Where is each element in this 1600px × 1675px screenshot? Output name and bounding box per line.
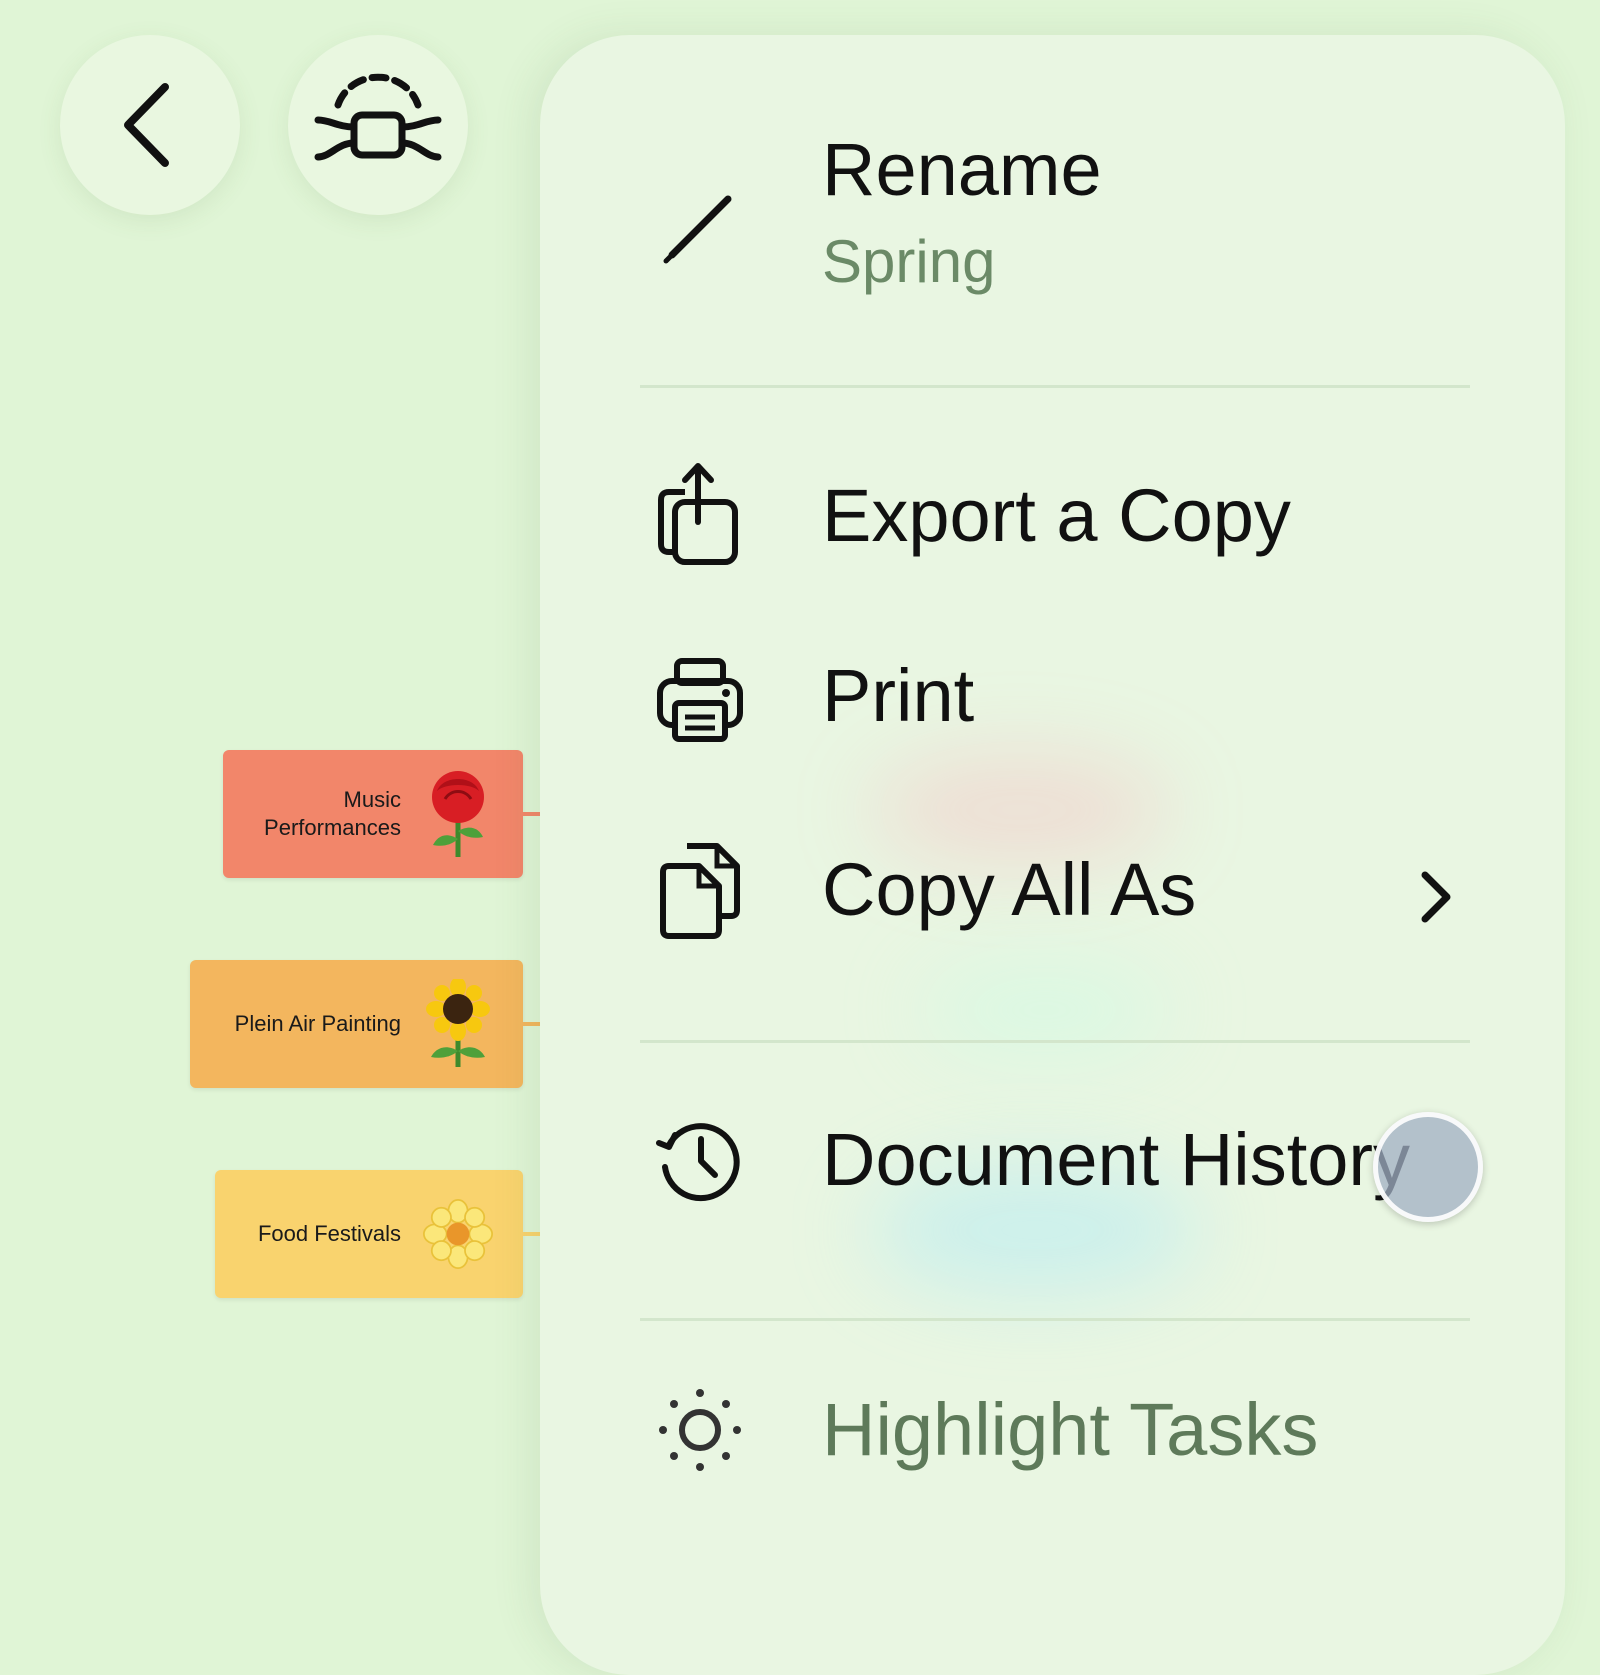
- node-music-performances[interactable]: Music Performances: [223, 750, 523, 878]
- menu-item-rename[interactable]: Rename Spring: [540, 115, 1565, 355]
- node-food-festivals[interactable]: Food Festivals: [215, 1170, 523, 1298]
- copy-documents-icon: [650, 840, 750, 940]
- menu-divider: [640, 1040, 1470, 1043]
- menu-item-print[interactable]: Print: [540, 635, 1565, 765]
- menu-item-highlight-tasks[interactable]: Highlight Tasks: [540, 1365, 1565, 1495]
- menu-label: Copy All As: [822, 848, 1197, 931]
- menu-divider: [640, 1318, 1470, 1321]
- printer-icon: [650, 650, 750, 750]
- rose-emoji-icon: [423, 769, 493, 859]
- mindmap-structure-button[interactable]: [288, 35, 468, 215]
- sun-icon: [650, 1380, 750, 1480]
- menu-item-export-a-copy[interactable]: Export a Copy: [540, 455, 1565, 585]
- chevron-right-icon: [1415, 867, 1455, 931]
- node-label: Music Performances: [264, 787, 401, 840]
- mindmap-structure-icon: [314, 73, 442, 161]
- touch-indicator: [1373, 1112, 1483, 1222]
- menu-label: Print: [822, 654, 975, 737]
- document-menu: Rename Spring Export a Copy Print Copy A…: [540, 35, 1565, 1675]
- document-name: Spring: [822, 228, 996, 295]
- pencil-icon: [650, 175, 750, 275]
- share-export-icon: [650, 463, 750, 565]
- node-label: Food Festivals: [257, 1221, 401, 1246]
- back-button[interactable]: [60, 35, 240, 215]
- clock-history-icon: [650, 1110, 750, 1210]
- menu-label: Highlight Tasks: [822, 1388, 1319, 1471]
- menu-label: Rename: [822, 128, 1102, 211]
- sunflower-emoji-icon: [423, 979, 493, 1069]
- menu-item-copy-all-as[interactable]: Copy All As: [540, 825, 1565, 955]
- blossom-emoji-icon: [423, 1189, 493, 1279]
- node-plein-air-painting[interactable]: Plein Air Painting: [190, 960, 523, 1088]
- menu-divider: [640, 385, 1470, 388]
- node-label: Plein Air Painting: [234, 1011, 401, 1036]
- chevron-left-icon: [124, 83, 169, 167]
- menu-label: Document History: [822, 1118, 1411, 1201]
- menu-label: Export a Copy: [822, 474, 1291, 557]
